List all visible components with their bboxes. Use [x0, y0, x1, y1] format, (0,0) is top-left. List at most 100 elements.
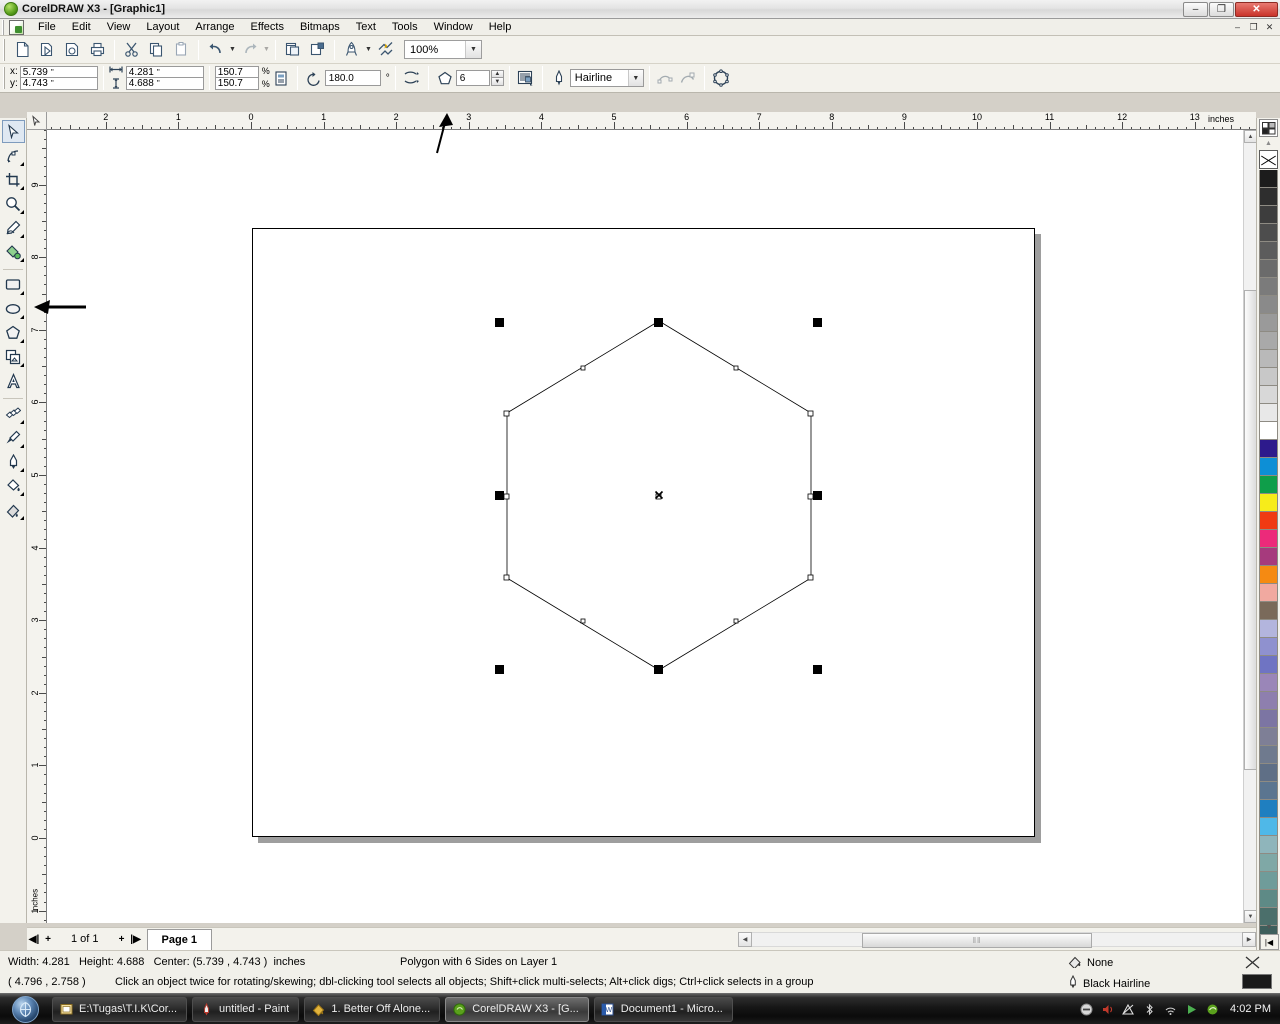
menu-bar-grip[interactable]: [2, 19, 6, 35]
polygon-sides-stepper[interactable]: ▲ ▼: [490, 70, 504, 86]
zoom-dropdown-arrow-icon[interactable]: ▼: [465, 41, 481, 58]
maximize-button[interactable]: ❐: [1209, 1, 1234, 17]
lock-ratio-icon[interactable]: [270, 67, 292, 90]
open-document-icon[interactable]: [36, 38, 59, 61]
color-swatch[interactable]: [1259, 692, 1278, 710]
taskbar-button-coreldraw[interactable]: CorelDRAW X3 - [G...: [445, 996, 589, 1022]
color-swatch[interactable]: [1259, 530, 1278, 548]
interactive-fill-tool-flyout-arrow-icon[interactable]: [19, 516, 24, 520]
drawing-canvas[interactable]: [47, 130, 1243, 923]
color-swatch[interactable]: [1259, 818, 1278, 836]
canvas-horizontal-scrollbar[interactable]: ◀ ‖‖ ▶: [738, 931, 1256, 948]
rotation-input[interactable]: 180.0: [324, 70, 381, 86]
crop-tool[interactable]: [2, 168, 25, 191]
polygon-object-layer[interactable]: [47, 130, 1243, 923]
color-swatch[interactable]: [1259, 602, 1278, 620]
color-swatch[interactable]: [1259, 746, 1278, 764]
menu-item-effects[interactable]: Effects: [243, 20, 292, 34]
export-icon[interactable]: [306, 38, 329, 61]
color-swatch[interactable]: [1259, 566, 1278, 584]
document-restore-button[interactable]: ❐: [1246, 20, 1261, 34]
color-swatch[interactable]: [1259, 638, 1278, 656]
zoom-tool-flyout-arrow-icon[interactable]: [19, 210, 24, 214]
taskbar-button-media[interactable]: 1. Better Off Alone...: [304, 996, 441, 1022]
taskbar-button-explorer[interactable]: E:\Tugas\T.I.K\Cor...: [52, 996, 188, 1022]
eyedropper-tool[interactable]: [2, 426, 25, 449]
color-swatch[interactable]: [1259, 890, 1278, 908]
height-input[interactable]: 4.688 ": [125, 78, 204, 90]
bluetooth-icon[interactable]: [1142, 1002, 1157, 1017]
taskbar-button-paint[interactable]: untitled - Paint: [192, 996, 300, 1022]
basic-shapes-tool[interactable]: [2, 345, 25, 368]
color-swatch[interactable]: [1259, 206, 1278, 224]
taskbar-clock[interactable]: 4:02 PM: [1230, 1003, 1271, 1015]
color-swatch[interactable]: [1259, 188, 1278, 206]
convert-to-curves-icon[interactable]: [655, 67, 677, 90]
color-swatch[interactable]: [1259, 710, 1278, 728]
close-button[interactable]: ✕: [1235, 1, 1278, 17]
color-swatch[interactable]: [1259, 404, 1278, 422]
ruler-origin-corner[interactable]: [27, 112, 47, 130]
wrap-paragraph-text-icon[interactable]: [515, 67, 537, 90]
menu-item-layout[interactable]: Layout: [138, 20, 187, 34]
color-swatch[interactable]: [1259, 800, 1278, 818]
color-swatch[interactable]: [1259, 314, 1278, 332]
import-icon[interactable]: [281, 38, 304, 61]
color-swatch[interactable]: [1259, 368, 1278, 386]
color-swatch[interactable]: [1259, 764, 1278, 782]
palette-expand-button[interactable]: |◀: [1259, 934, 1279, 950]
shape-tool-flyout-arrow-icon[interactable]: [19, 162, 24, 166]
outline-status[interactable]: Black Hairline: [1068, 974, 1150, 992]
polygon-sides-input[interactable]: 6: [455, 70, 490, 86]
minimize-button[interactable]: –: [1183, 1, 1208, 17]
application-launcher-icon[interactable]: [340, 38, 363, 61]
color-swatch[interactable]: [1259, 224, 1278, 242]
color-swatch[interactable]: [1259, 548, 1278, 566]
polygon-star-toggle-icon[interactable]: [710, 67, 732, 90]
outline-width-combo[interactable]: Hairline ▼: [569, 69, 644, 87]
pick-tool[interactable]: [1, 120, 25, 143]
menu-item-view[interactable]: View: [99, 20, 139, 34]
mirror-buttons-icon[interactable]: [401, 67, 423, 90]
zoom-tool[interactable]: [2, 192, 25, 215]
page-tab-page-1[interactable]: Page 1: [146, 928, 212, 950]
standard-toolbar-grip[interactable]: [3, 38, 7, 61]
polygon-tool-flyout-arrow-icon[interactable]: [19, 339, 24, 343]
canvas-vertical-scrollbar[interactable]: ▲ ▼: [1243, 130, 1257, 923]
freehand-tool[interactable]: [2, 216, 25, 239]
color-swatch[interactable]: [1259, 422, 1278, 440]
menu-item-tools[interactable]: Tools: [384, 20, 426, 34]
color-swatch[interactable]: [1259, 836, 1278, 854]
copy-icon[interactable]: [145, 38, 168, 61]
color-swatch[interactable]: [1259, 332, 1278, 350]
horizontal-ruler[interactable]: inches 2 1 0 1 2 3 4 5 6 7 8 9 10 11 12 13: [47, 112, 1256, 130]
outline-tool-flyout-arrow-icon[interactable]: [19, 468, 24, 472]
color-swatch[interactable]: [1259, 278, 1278, 296]
scale-horizontal-input[interactable]: 150.7: [214, 66, 259, 78]
width-input[interactable]: 4.281 ": [125, 66, 204, 78]
convert-outline-to-object-icon[interactable]: [677, 67, 699, 90]
nvidia-icon[interactable]: [1205, 1002, 1220, 1017]
ellipse-tool[interactable]: [2, 297, 25, 320]
start-button[interactable]: [3, 995, 47, 1023]
menu-item-file[interactable]: File: [30, 20, 64, 34]
color-swatch[interactable]: [1259, 584, 1278, 602]
menu-item-text[interactable]: Text: [348, 20, 384, 34]
palette-swatches[interactable]: [1257, 170, 1280, 1024]
text-tool[interactable]: [2, 369, 25, 392]
color-swatch[interactable]: [1259, 854, 1278, 872]
palette-scroll-down-button[interactable]: ▼: [1260, 921, 1279, 934]
polygon-tool[interactable]: [2, 321, 25, 344]
color-swatch[interactable]: [1259, 728, 1278, 746]
color-swatch[interactable]: [1259, 512, 1278, 530]
color-swatch[interactable]: [1259, 386, 1278, 404]
crop-tool-flyout-arrow-icon[interactable]: [19, 186, 24, 190]
color-swatch[interactable]: [1259, 296, 1278, 314]
menu-item-window[interactable]: Window: [426, 20, 481, 34]
document-system-icon[interactable]: [9, 19, 24, 35]
launcher-dropdown-arrow-icon[interactable]: ▼: [364, 38, 373, 61]
palette-scroll-up-button[interactable]: ▲: [1259, 138, 1278, 149]
no-color-swatch[interactable]: [1259, 150, 1278, 169]
fill-status[interactable]: None: [1068, 955, 1113, 971]
print-icon[interactable]: [86, 38, 109, 61]
